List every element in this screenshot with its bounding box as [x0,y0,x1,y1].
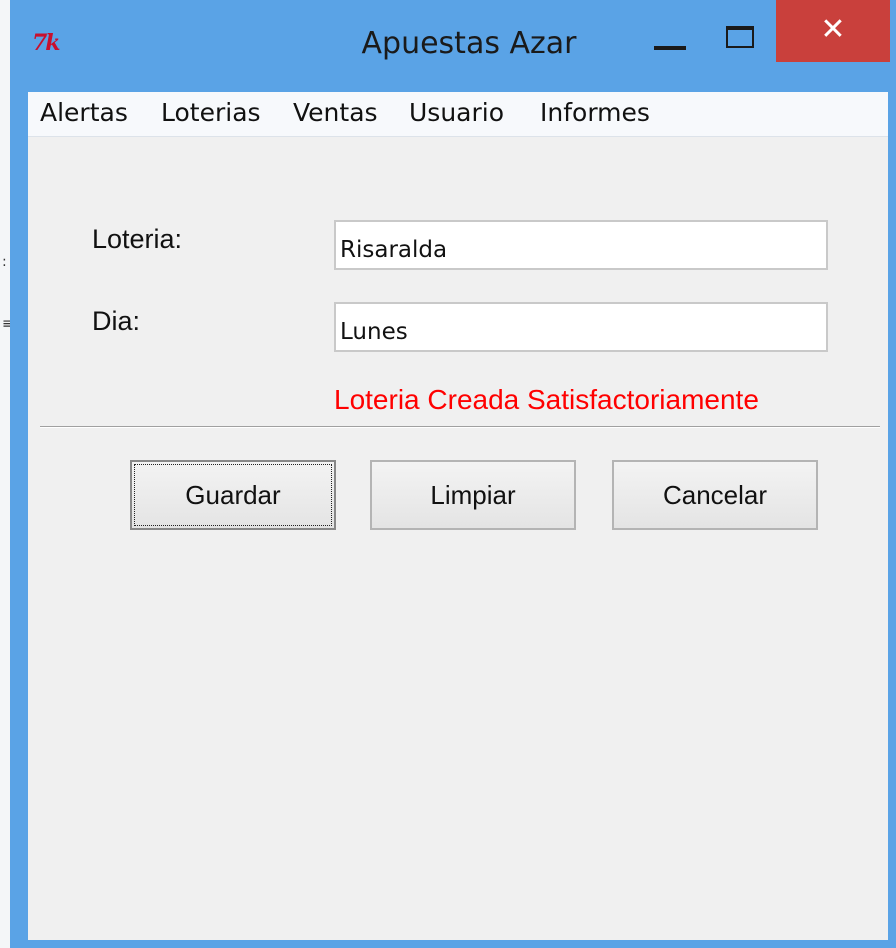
status-message: Loteria Creada Satisfactoriamente [334,384,759,415]
background-glyph: : [2,254,7,270]
maximize-icon [726,26,754,48]
loteria-input[interactable] [334,220,828,270]
dia-label: Dia: [92,306,141,336]
separator [40,426,880,428]
menu-ventas[interactable]: Ventas [293,98,378,127]
menu-alertas[interactable]: Alertas [40,98,128,127]
cancelar-button[interactable]: Cancelar [612,460,818,530]
loteria-label: Loteria: [92,224,183,254]
focus-ring [134,464,332,526]
minimize-icon [654,46,686,50]
limpiar-button-label: Limpiar [430,480,516,510]
menu-informes[interactable]: Informes [540,98,650,127]
menu-usuario[interactable]: Usuario [409,98,504,127]
cancelar-button-label: Cancelar [662,480,768,510]
minimize-button[interactable] [638,12,704,70]
menu-loterias[interactable]: Loterias [161,98,261,127]
app-window: 7k Apuestas Azar ✕ Alertas Loterias Vent… [10,0,896,948]
menu-bar: Alertas Loterias Ventas Usuario Informes [28,92,888,137]
close-icon: ✕ [820,12,846,47]
window-client-area: Alertas Loterias Ventas Usuario Informes… [28,92,888,940]
limpiar-button[interactable]: Limpiar [370,460,576,530]
title-bar[interactable]: 7k Apuestas Azar ✕ [10,0,896,92]
close-button[interactable]: ✕ [776,0,890,62]
maximize-button[interactable] [710,12,772,70]
dia-input[interactable] [334,302,828,352]
guardar-button[interactable]: Guardar [130,460,336,530]
